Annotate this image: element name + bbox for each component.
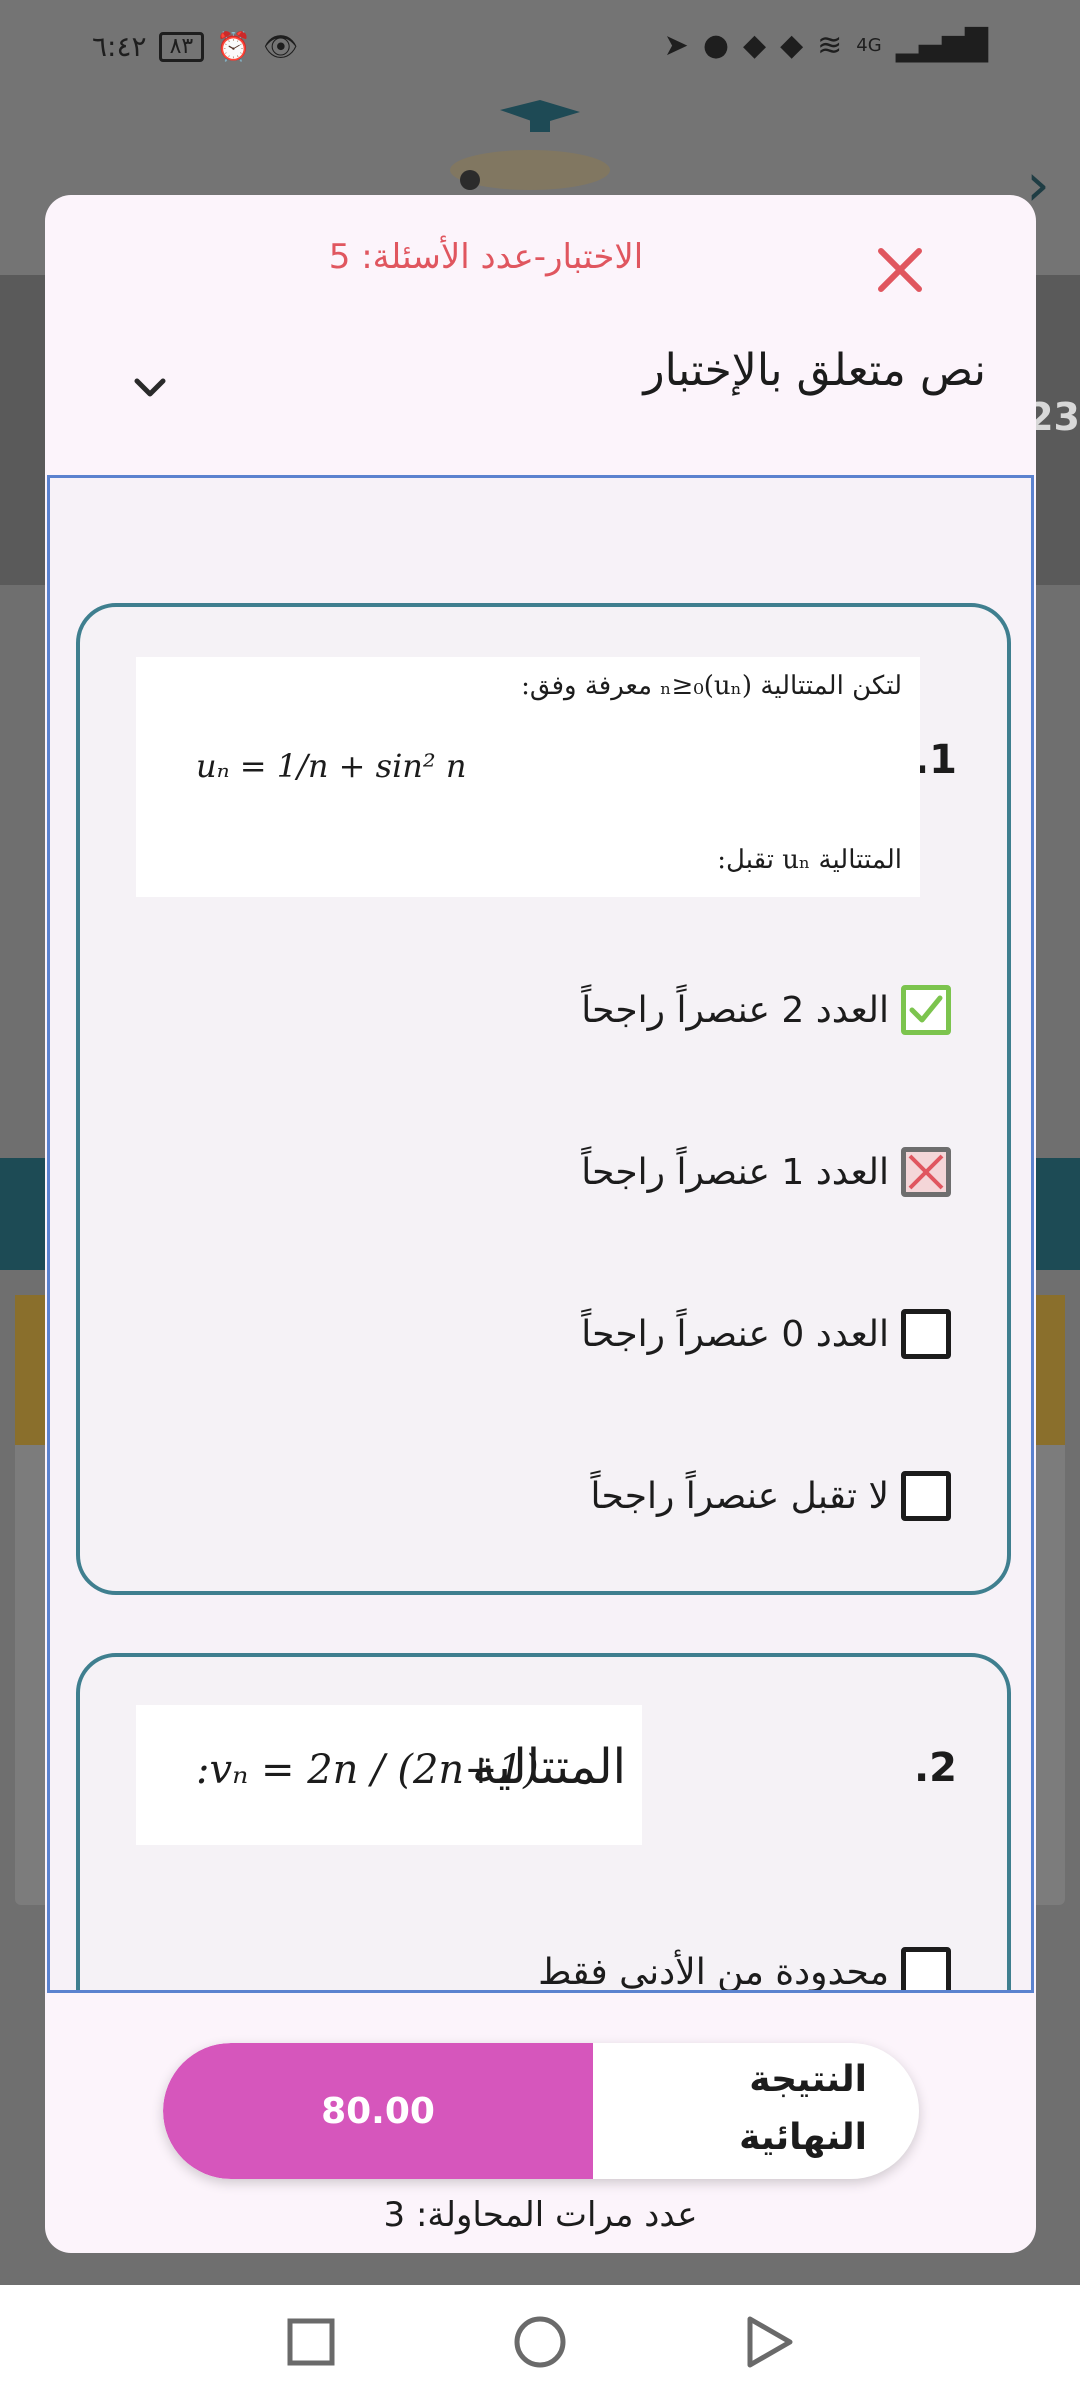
question-number: .1 [913,737,957,783]
app-logo [450,100,610,190]
question-image: المتتالية :vₙ = 2n / (2n+1) [136,1705,642,1845]
quiz-subtitle: نص متعلق بالإختبار [643,345,986,396]
wifi-icon: ≋ [817,28,843,63]
checkbox[interactable] [901,1947,951,1990]
answer-option[interactable]: العدد 1 عنصراً راجحاً [581,1147,951,1197]
network-type: 4G [856,35,882,56]
answer-option[interactable]: العدد 0 عنصراً راجحاً [581,1309,951,1359]
option-label: العدد 2 عنصراً راجحاً [581,989,889,1031]
home-circle-icon[interactable] [505,2307,575,2377]
telegram-icon: ➤ [663,28,689,63]
option-label: العدد 1 عنصراً راجحاً [581,1151,889,1193]
modal-header: الاختبار-عدد الأسئلة: 5 نص متعلق بالإختب… [45,195,1036,475]
quiz-modal: الاختبار-عدد الأسئلة: 5 نص متعلق بالإختب… [45,195,1036,2253]
attempts-count: عدد مرات المحاولة: 3 [383,2195,698,2235]
question-formula: uₙ = 1/n + sin² n [196,747,467,785]
option-label: العدد 0 عنصراً راجحاً [581,1313,889,1355]
modal-title: الاختبار-عدد الأسئلة: 5 [328,237,644,277]
dropbox-icon-2: ◆ [780,28,804,63]
checkbox[interactable] [901,1471,951,1521]
checkbox-correct[interactable] [901,985,951,1035]
final-result-bar: 80.00 النتيجة النهائية [163,2043,919,2179]
status-right: ➤ ● ◆ ◆ ≋ 4G ▂▄▆█ [664,28,988,63]
status-left: ٦:٤٢ ٨٣ ⏰ 👁 [92,30,299,63]
question-text-line: المتتالية uₙ تقبل: [717,845,902,875]
question-text-line: لتكن المتتالية (uₙ)ₙ≥₀ معرفة وفق: [521,671,902,701]
close-icon [878,248,922,292]
question-card: .1 لتكن المتتالية (uₙ)ₙ≥₀ معرفة وفق: uₙ … [76,603,1011,1595]
result-score: 80.00 [163,2043,593,2179]
result-label: النتيجة النهائية [739,2059,867,2158]
status-time: ٦:٤٢ [92,30,147,63]
option-label: محدودة من الأدنى فقط [538,1951,889,1993]
back-triangle-icon[interactable] [734,2307,804,2377]
checkbox[interactable] [901,1309,951,1359]
answer-option[interactable]: لا تقبل عنصراً راجحاً [590,1471,951,1521]
question-number: .2 [913,1745,957,1791]
answer-option[interactable]: العدد 2 عنصراً راجحاً [581,985,951,1035]
questions-scroll-area[interactable]: .1 لتكن المتتالية (uₙ)ₙ≥₀ معرفة وفق: uₙ … [47,475,1034,1993]
signal-icon: ▂▄▆█ [895,28,988,63]
recents-square-icon[interactable] [276,2307,346,2377]
chat-icon: ● [702,28,729,63]
close-button[interactable] [865,235,935,305]
answer-option[interactable]: محدودة من الأدنى فقط [538,1947,951,1993]
cross-icon [908,1154,944,1190]
question-image: لتكن المتتالية (uₙ)ₙ≥₀ معرفة وفق: uₙ = 1… [136,657,920,897]
dropbox-icon: ◆ [743,28,767,63]
checkmark-icon [909,995,943,1023]
option-label: لا تقبل عنصراً راجحاً [590,1475,890,1517]
battery-icon: ٨٣ [158,31,205,62]
question-formula: :vₙ = 2n / (2n+1) [196,1747,539,1793]
eye-icon: 👁 [263,30,299,63]
status-bar: ٦:٤٢ ٨٣ ⏰ 👁 ➤ ● ◆ ◆ ≋ 4G ▂▄▆█ [0,0,1080,100]
checkbox-wrong[interactable] [901,1147,951,1197]
chevron-down-icon[interactable] [125,363,175,413]
question-card: .2 المتتالية :vₙ = 2n / (2n+1) محدودة من… [76,1653,1011,1993]
alarm-icon: ⏰ [216,30,252,63]
system-navigation-bar [0,2285,1080,2400]
